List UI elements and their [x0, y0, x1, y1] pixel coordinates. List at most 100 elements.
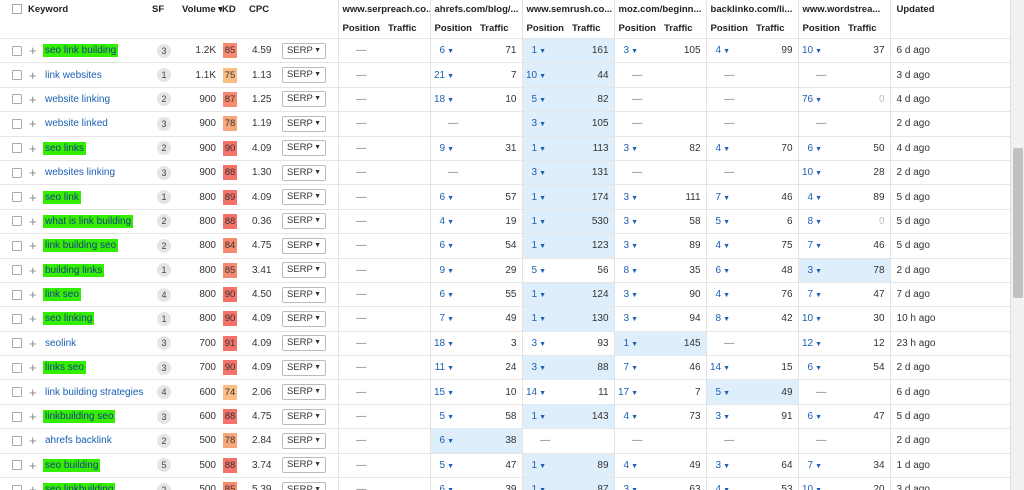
- subheader-traffic[interactable]: Traffic: [752, 19, 798, 39]
- position-cell[interactable]: 4▼: [705, 135, 753, 161]
- position-cell[interactable]: 5 ▼: [705, 208, 753, 234]
- serp-dropdown[interactable]: SERP ▼: [282, 164, 326, 181]
- add-icon[interactable]: +: [29, 92, 38, 107]
- position-cell[interactable]: 3▼: [797, 257, 845, 283]
- sf-badge[interactable]: 2: [157, 214, 171, 229]
- caret-down-icon[interactable]: ▼: [815, 365, 822, 372]
- row-checkbox[interactable]: [12, 167, 22, 178]
- add-icon[interactable]: +: [29, 409, 38, 424]
- position-value[interactable]: 4: [716, 45, 722, 56]
- caret-down-icon[interactable]: ▼: [815, 414, 822, 421]
- position-value[interactable]: 1: [532, 45, 538, 56]
- position-cell[interactable]: 18 ▼: [429, 330, 476, 356]
- position-cell[interactable]: 1▼: [521, 184, 568, 210]
- caret-down-icon[interactable]: ▼: [631, 390, 638, 397]
- caret-down-icon[interactable]: ▼: [815, 243, 822, 250]
- caret-down-icon[interactable]: ▼: [447, 438, 454, 445]
- sf-badge[interactable]: 2: [157, 482, 171, 490]
- position-cell[interactable]: 6▼: [797, 355, 845, 380]
- position-cell[interactable]: 8 ▼: [613, 257, 661, 283]
- position-value[interactable]: 1: [624, 338, 630, 349]
- position-value[interactable]: 15: [434, 387, 445, 398]
- caret-down-icon[interactable]: ▼: [631, 268, 638, 275]
- header-site-4[interactable]: moz.com/beginn...: [613, 0, 707, 19]
- position-cell[interactable]: 11 ▼: [429, 355, 476, 380]
- header-cpc[interactable]: CPC: [249, 0, 279, 19]
- serp-dropdown[interactable]: SERP ▼: [282, 213, 326, 230]
- caret-down-icon[interactable]: ▼: [815, 292, 822, 299]
- caret-down-icon[interactable]: ▼: [631, 219, 638, 226]
- position-cell[interactable]: 5 ▼: [429, 452, 476, 478]
- position-cell[interactable]: 6▼: [429, 184, 476, 210]
- position-value[interactable]: 10: [802, 167, 813, 178]
- subheader-traffic[interactable]: Traffic: [844, 19, 890, 39]
- keyword-link[interactable]: link building seo: [43, 239, 119, 253]
- caret-down-icon[interactable]: ▼: [447, 365, 454, 372]
- sf-badge[interactable]: 3: [157, 43, 171, 58]
- keyword-link[interactable]: linkbuilding seo: [43, 410, 116, 424]
- position-cell[interactable]: 3▼: [521, 159, 568, 185]
- position-value[interactable]: 14: [710, 362, 721, 373]
- position-value[interactable]: 1: [532, 216, 538, 227]
- sf-badge[interactable]: 4: [157, 287, 171, 302]
- subheader-traffic[interactable]: Traffic: [384, 19, 430, 39]
- caret-down-icon[interactable]: ▼: [447, 219, 454, 226]
- add-icon[interactable]: +: [29, 385, 38, 400]
- position-value[interactable]: 18: [434, 94, 445, 105]
- position-cell[interactable]: 1▼: [521, 135, 568, 161]
- position-cell[interactable]: 3▼: [705, 403, 753, 429]
- position-value[interactable]: 8: [808, 216, 814, 227]
- position-value[interactable]: 5: [532, 265, 538, 276]
- caret-down-icon[interactable]: ▼: [539, 316, 546, 323]
- row-checkbox[interactable]: [12, 387, 22, 398]
- serp-dropdown[interactable]: SERP ▼: [282, 335, 326, 352]
- caret-down-icon[interactable]: ▼: [815, 146, 822, 153]
- position-value[interactable]: 6: [716, 265, 722, 276]
- serp-dropdown[interactable]: SERP ▼: [282, 262, 326, 279]
- caret-down-icon[interactable]: ▼: [539, 48, 546, 55]
- position-cell[interactable]: 3▼: [613, 208, 661, 234]
- position-value[interactable]: 1: [532, 460, 538, 471]
- vertical-scrollbar[interactable]: [1010, 0, 1024, 490]
- add-icon[interactable]: +: [29, 116, 38, 131]
- caret-down-icon[interactable]: ▼: [539, 268, 546, 275]
- sf-badge[interactable]: 1: [157, 311, 171, 326]
- serp-dropdown[interactable]: SERP ▼: [282, 408, 326, 425]
- keyword-link[interactable]: what is link building: [43, 214, 134, 228]
- header-sf[interactable]: SF: [152, 0, 182, 19]
- serp-dropdown[interactable]: SERP ▼: [282, 481, 326, 490]
- add-icon[interactable]: +: [29, 311, 38, 326]
- position-value[interactable]: 76: [802, 94, 813, 105]
- position-value[interactable]: 3: [532, 167, 538, 178]
- caret-down-icon[interactable]: ▼: [539, 243, 546, 250]
- sf-badge[interactable]: 4: [157, 385, 171, 400]
- position-value[interactable]: 3: [624, 216, 630, 227]
- table-row[interactable]: + website linked 3 900 78 1.19 SERP ▼ — —3 ▼ 105— — —…: [0, 111, 1010, 137]
- row-checkbox[interactable]: [12, 118, 22, 129]
- serp-dropdown[interactable]: SERP ▼: [282, 115, 326, 132]
- position-value[interactable]: 21: [434, 70, 445, 81]
- serp-dropdown[interactable]: SERP ▼: [282, 286, 326, 303]
- sf-badge[interactable]: 2: [157, 141, 171, 156]
- position-cell[interactable]: 6▼: [429, 428, 476, 454]
- position-value[interactable]: 3: [624, 484, 630, 490]
- position-cell[interactable]: 10▼: [521, 62, 568, 88]
- serp-dropdown[interactable]: SERP ▼: [282, 457, 326, 474]
- position-value[interactable]: 3: [716, 460, 722, 471]
- position-cell[interactable]: 5 ▼: [521, 86, 568, 112]
- caret-down-icon[interactable]: ▼: [631, 48, 638, 55]
- position-cell[interactable]: 4▼: [613, 403, 661, 429]
- position-cell[interactable]: 7 ▼: [797, 233, 845, 259]
- position-cell[interactable]: 21 ▼: [429, 62, 476, 88]
- row-checkbox[interactable]: [12, 94, 22, 105]
- caret-down-icon[interactable]: ▼: [723, 292, 730, 299]
- position-value[interactable]: 17: [618, 387, 629, 398]
- position-value[interactable]: 1: [532, 411, 538, 422]
- position-cell[interactable]: 3▼: [613, 184, 661, 210]
- add-icon[interactable]: +: [29, 336, 38, 351]
- position-cell[interactable]: 1▼: [521, 306, 568, 332]
- position-value[interactable]: 4: [716, 240, 722, 251]
- row-checkbox[interactable]: [12, 460, 22, 471]
- serp-dropdown[interactable]: SERP ▼: [282, 67, 326, 84]
- sf-badge[interactable]: 3: [157, 116, 171, 131]
